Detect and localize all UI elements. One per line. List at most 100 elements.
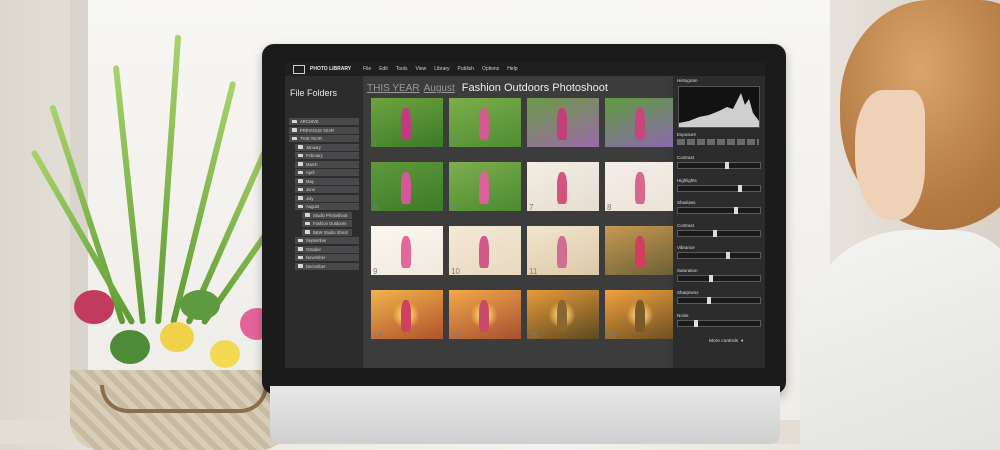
potted-plant xyxy=(30,34,309,450)
folder-item[interactable]: THIS YEAR xyxy=(289,135,359,142)
person-face xyxy=(855,90,925,220)
folder-item[interactable]: October xyxy=(295,245,359,253)
photo-number: 9 xyxy=(373,267,378,275)
menu-view[interactable]: View xyxy=(416,66,427,72)
exposure-stepper[interactable] xyxy=(677,139,759,145)
control-label: Contrast xyxy=(677,155,695,160)
more-controls-button[interactable]: More controls ▼ xyxy=(709,338,744,344)
model-figure xyxy=(401,107,412,140)
photo-thumbnail[interactable]: 7 xyxy=(527,162,599,211)
breadcrumb-year[interactable]: THIS YEAR xyxy=(367,83,420,94)
adjustment-slider[interactable] xyxy=(677,319,761,327)
slider-knob[interactable] xyxy=(709,274,714,282)
photo-thumbnail[interactable]: 13 xyxy=(371,290,443,339)
photo-thumbnail[interactable]: 12 xyxy=(605,226,677,275)
folder-item[interactable]: July xyxy=(295,194,359,202)
photo-thumbnail[interactable]: 9 xyxy=(371,226,443,275)
folder-label: Studio Photoshoot xyxy=(313,212,348,218)
breadcrumb: THIS YEAR August Fashion Outdoors Photos… xyxy=(367,80,608,94)
folder-icon xyxy=(298,247,303,251)
model-figure xyxy=(557,107,568,140)
control-label: Saturation xyxy=(677,267,698,273)
folder-item[interactable]: December xyxy=(295,262,359,270)
control-label: Highlights xyxy=(677,177,697,183)
menu-publish[interactable]: Publish xyxy=(458,66,474,72)
adjustment-slider[interactable] xyxy=(677,297,761,304)
adjustment-slider[interactable] xyxy=(677,207,761,214)
folder-item[interactable]: May xyxy=(295,177,359,185)
slider-knob[interactable] xyxy=(706,297,711,304)
slider-knob[interactable] xyxy=(726,252,731,259)
folder-item[interactable]: Fashion Outdoors xyxy=(302,220,352,227)
folder-item[interactable]: B&W Studio Shoot xyxy=(302,228,352,236)
model-figure xyxy=(557,299,568,332)
breadcrumb-month[interactable]: August xyxy=(424,83,455,94)
photo-thumbnail[interactable]: 16 xyxy=(605,290,677,339)
folder-item[interactable]: March xyxy=(295,160,359,168)
folder-item[interactable]: Studio Photoshoot xyxy=(302,211,352,219)
menu-edit[interactable]: Edit xyxy=(379,66,388,72)
photo-thumbnail[interactable]: 8 xyxy=(605,162,677,211)
folder-item[interactable]: November xyxy=(295,254,359,261)
folder-label: September xyxy=(306,238,327,243)
adjustment-slider[interactable] xyxy=(677,229,761,237)
slider-knob[interactable] xyxy=(738,184,743,192)
photo-thumbnail[interactable]: 3 xyxy=(527,98,599,147)
model-figure xyxy=(557,171,568,204)
slider-knob[interactable] xyxy=(713,229,718,237)
menu-options[interactable]: Options xyxy=(482,66,499,72)
folder-label: June xyxy=(306,187,316,192)
app-title: PHOTO LIBRARY xyxy=(310,66,352,72)
photo-thumbnail[interactable]: 10 xyxy=(449,226,521,275)
photo-number: 7 xyxy=(529,203,534,211)
photo-number: 10 xyxy=(451,267,460,275)
photo-number: 11 xyxy=(529,267,538,275)
folder-item[interactable]: September xyxy=(295,237,359,244)
photo-thumbnail[interactable]: 4 xyxy=(605,98,677,147)
photo-thumbnail[interactable]: 15 xyxy=(527,290,599,339)
folder-item[interactable]: January xyxy=(295,143,359,151)
control-label: Noise xyxy=(677,312,689,318)
folder-label: THIS YEAR xyxy=(300,136,323,141)
photo-thumbnail[interactable]: 11 xyxy=(527,226,599,275)
folder-icon xyxy=(298,179,303,183)
slider-knob[interactable] xyxy=(724,162,729,169)
folder-icon xyxy=(298,264,303,268)
model-figure xyxy=(401,235,412,268)
folder-icon xyxy=(305,230,310,234)
control-label: Shadows xyxy=(677,200,696,205)
slider-knob[interactable] xyxy=(734,207,739,214)
photo-thumbnail[interactable]: 1 xyxy=(371,98,443,147)
photo-thumbnail[interactable]: 6 xyxy=(449,162,521,211)
folder-item[interactable]: ARCHIVE xyxy=(289,118,359,125)
adjustment-slider[interactable] xyxy=(677,184,761,192)
menu-help[interactable]: Help xyxy=(507,66,517,72)
slider-knob[interactable] xyxy=(693,319,698,327)
photo-thumbnail[interactable]: 2 xyxy=(449,98,521,147)
adjustment-slider[interactable] xyxy=(677,252,761,259)
adjustment-slider[interactable] xyxy=(677,162,761,169)
photo-number: 16 xyxy=(607,331,616,339)
photo-thumbnail[interactable]: 5 xyxy=(371,162,443,211)
folder-item[interactable]: June xyxy=(295,186,359,193)
adjustment-slider[interactable] xyxy=(677,274,761,282)
folder-icon xyxy=(298,170,303,175)
photo-number: 2 xyxy=(451,139,456,147)
folder-label: August xyxy=(306,204,320,209)
folder-item[interactable]: August xyxy=(295,203,359,210)
menu-library[interactable]: Library xyxy=(434,66,449,72)
model-figure xyxy=(635,235,646,268)
folder-label: October xyxy=(306,246,321,252)
photo-number: 3 xyxy=(529,139,534,147)
app-logo-icon xyxy=(293,64,305,74)
folder-icon xyxy=(298,255,303,260)
folder-item[interactable]: April xyxy=(295,169,359,176)
model-figure xyxy=(635,171,646,204)
folder-label: April xyxy=(306,170,315,175)
photo-thumbnail[interactable]: 14 xyxy=(449,290,521,339)
folder-item[interactable]: PREVIOUS YEAR xyxy=(289,126,359,134)
model-figure xyxy=(557,235,568,268)
menu-tools[interactable]: Tools xyxy=(396,66,408,72)
menu-file[interactable]: File xyxy=(363,66,371,72)
folder-item[interactable]: February xyxy=(295,152,359,159)
